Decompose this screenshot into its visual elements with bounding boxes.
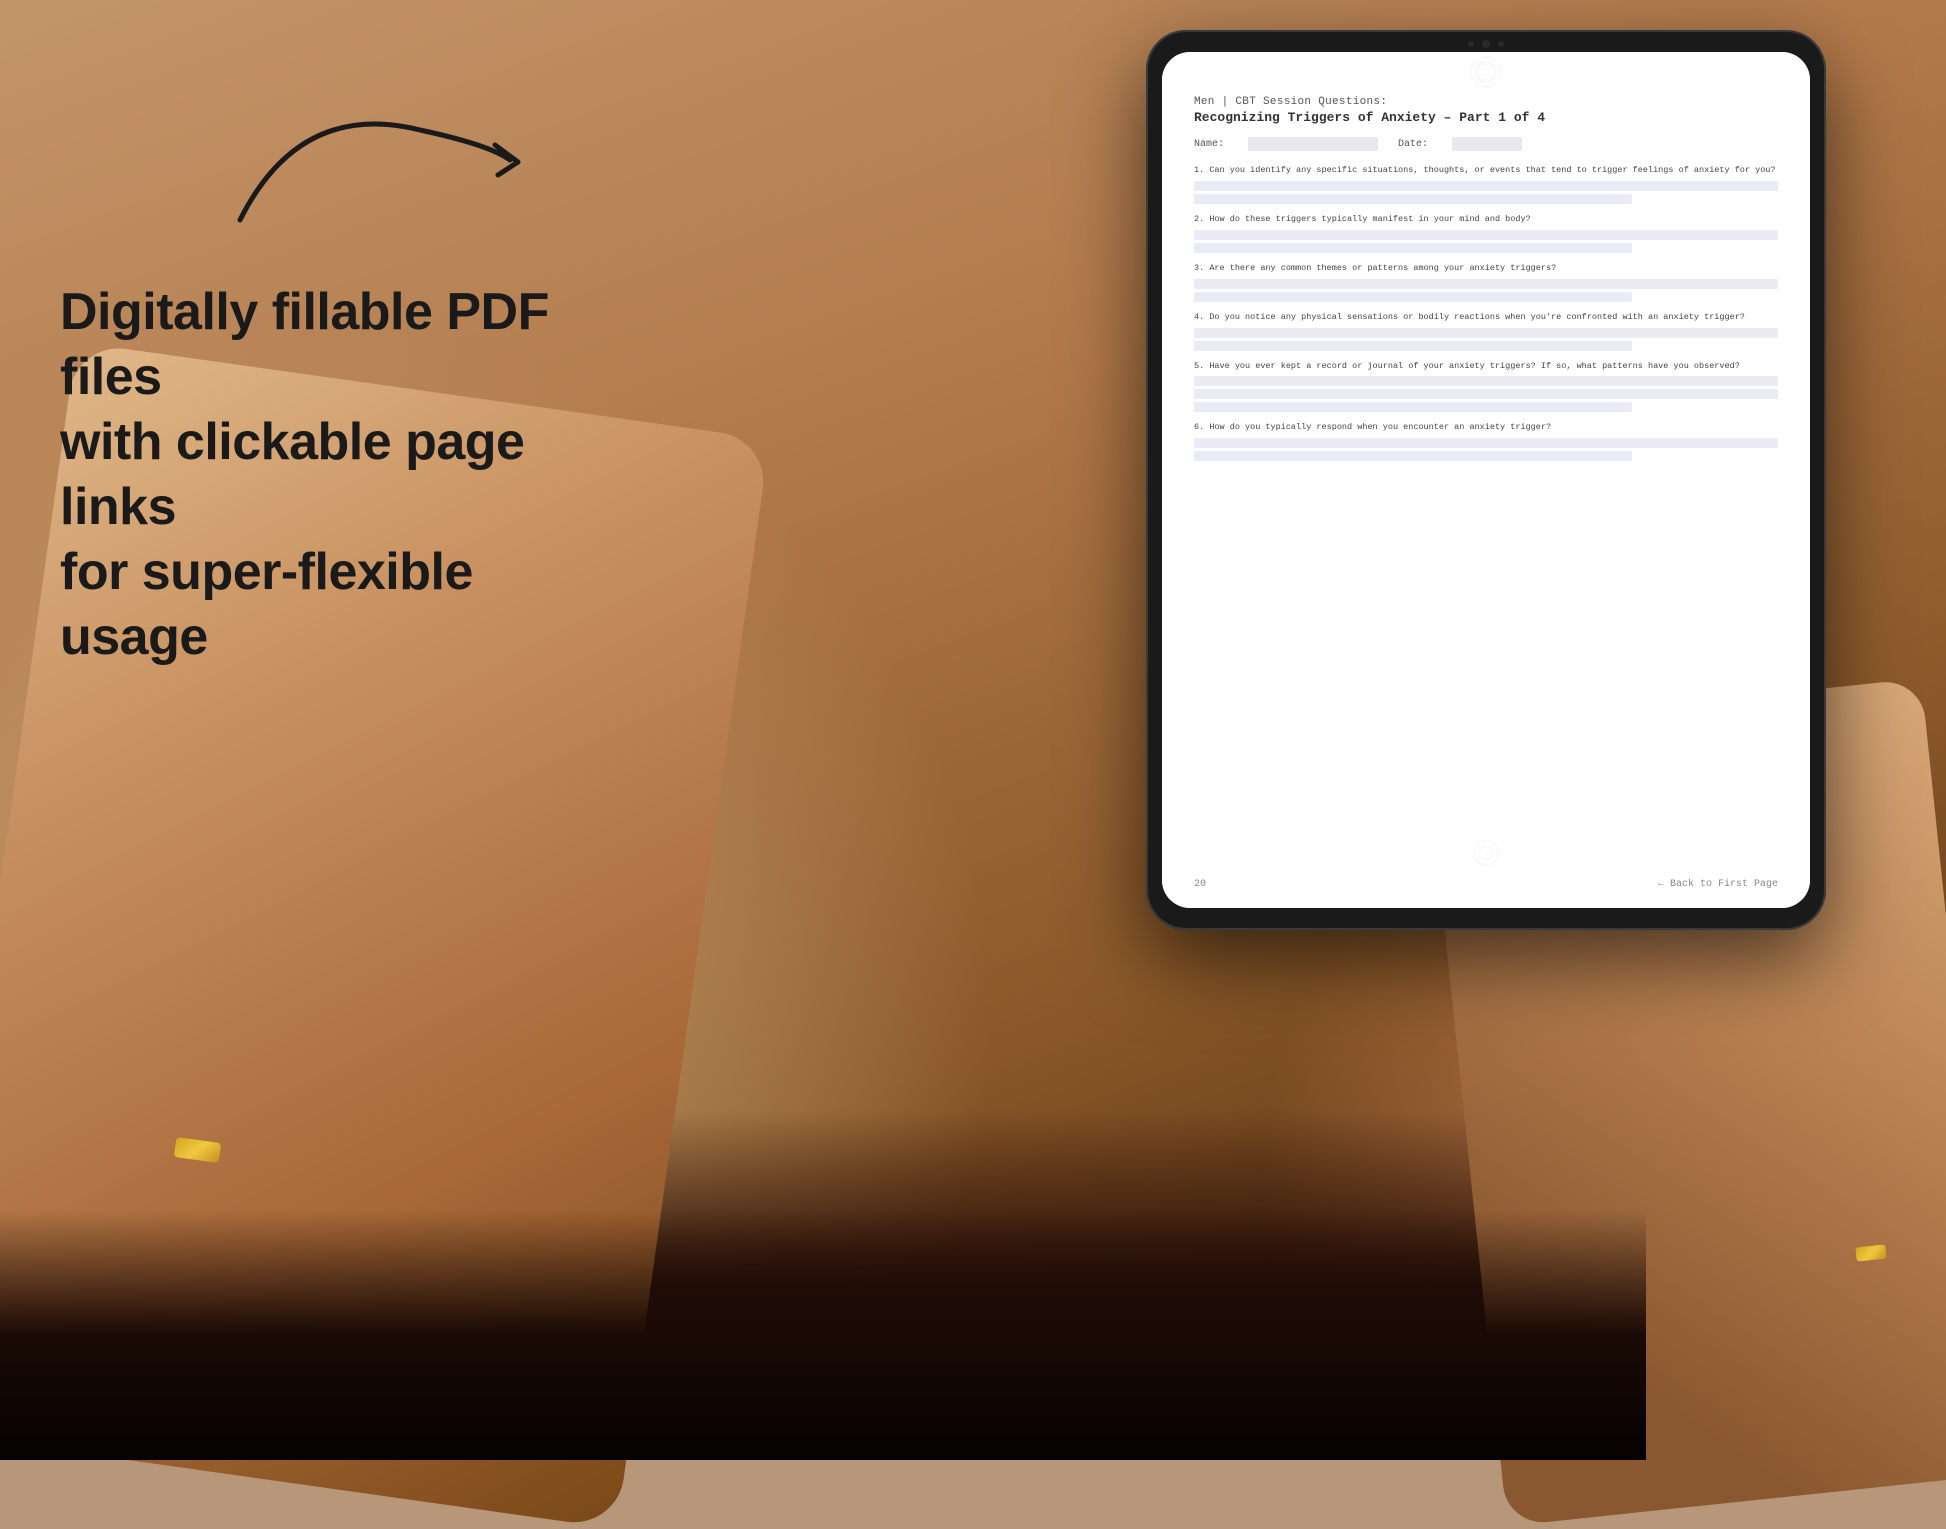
back-to-first-page-link[interactable]: ← Back to First Page xyxy=(1658,879,1778,890)
doc-type: Men | CBT Session Questions: xyxy=(1194,96,1778,108)
pdf-top-decoration xyxy=(1162,52,1810,92)
question-2: 2. How do these triggers typically manif… xyxy=(1194,214,1778,253)
question-1-text: 1. Can you identify any specific situati… xyxy=(1194,165,1778,177)
tablet-camera xyxy=(1468,40,1504,48)
date-input[interactable] xyxy=(1452,137,1522,151)
hair xyxy=(0,1210,1646,1460)
question-3-text: 3. Are there any common themes or patter… xyxy=(1194,263,1778,275)
marketing-text: Digitally fillable PDF files with clicka… xyxy=(60,280,560,670)
tagline: Digitally fillable PDF files with clicka… xyxy=(60,280,560,670)
answer-lines-1[interactable] xyxy=(1194,181,1778,204)
doc-title: Recognizing Triggers of Anxiety – Part 1… xyxy=(1194,110,1778,125)
answer-lines-6[interactable] xyxy=(1194,438,1778,461)
question-1: 1. Can you identify any specific situati… xyxy=(1194,165,1778,204)
question-4-text: 4. Do you notice any physical sensations… xyxy=(1194,312,1778,324)
question-5: 5. Have you ever kept a record or journa… xyxy=(1194,361,1778,413)
question-4: 4. Do you notice any physical sensations… xyxy=(1194,312,1778,351)
pdf-header: Men | CBT Session Questions: Recognizing… xyxy=(1194,96,1778,125)
answer-lines-2[interactable] xyxy=(1194,230,1778,253)
pdf-document: Men | CBT Session Questions: Recognizing… xyxy=(1162,52,1810,908)
name-input[interactable] xyxy=(1248,137,1378,151)
date-label: Date: xyxy=(1398,139,1428,150)
camera-dot-1 xyxy=(1468,41,1474,47)
page-number: 20 xyxy=(1194,879,1206,890)
question-3: 3. Are there any common themes or patter… xyxy=(1194,263,1778,302)
name-date-row: Name: Date: xyxy=(1194,137,1778,151)
camera-dot-3 xyxy=(1498,41,1504,47)
tablet-screen: Men | CBT Session Questions: Recognizing… xyxy=(1162,52,1810,908)
answer-lines-5[interactable] xyxy=(1194,376,1778,412)
name-label: Name: xyxy=(1194,139,1224,150)
camera-dot-2 xyxy=(1482,40,1490,48)
question-2-text: 2. How do these triggers typically manif… xyxy=(1194,214,1778,226)
question-5-text: 5. Have you ever kept a record or journa… xyxy=(1194,361,1778,373)
question-6-text: 6. How do you typically respond when you… xyxy=(1194,422,1778,434)
pdf-bottom-decoration xyxy=(1162,838,1810,868)
question-6: 6. How do you typically respond when you… xyxy=(1194,422,1778,461)
answer-lines-3[interactable] xyxy=(1194,279,1778,302)
pdf-footer: 20 ← Back to First Page xyxy=(1194,879,1778,890)
tablet-device: Men | CBT Session Questions: Recognizing… xyxy=(1146,30,1826,930)
answer-lines-4[interactable] xyxy=(1194,328,1778,351)
